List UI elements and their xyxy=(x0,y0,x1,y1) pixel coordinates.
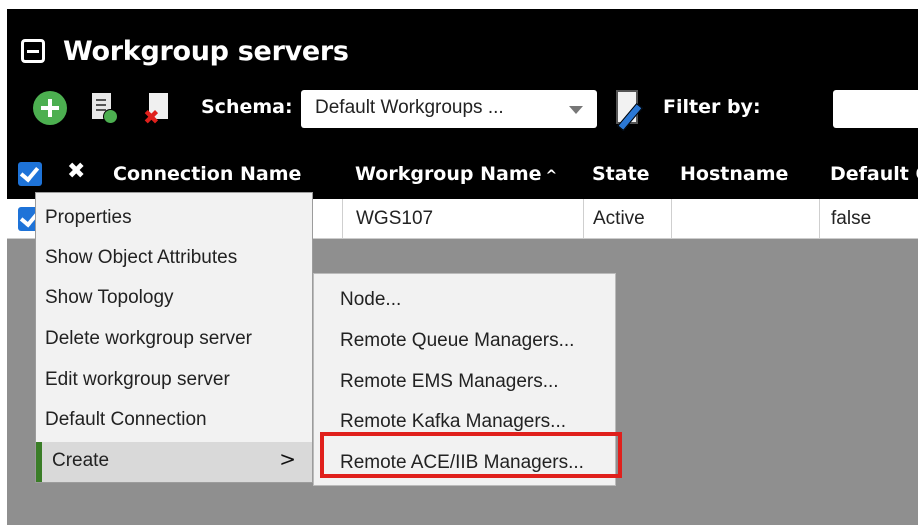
submenu-item-label: Remote Queue Managers... xyxy=(340,330,575,351)
menu-item-label: Delete workgroup server xyxy=(45,328,252,349)
menu-item-label: Default Connection xyxy=(45,409,207,430)
new-document-icon[interactable] xyxy=(92,93,118,124)
context-menu: Properties Show Object Attributes Show T… xyxy=(35,192,313,483)
cell-default-connection: false xyxy=(831,208,872,229)
schema-select[interactable]: Default Workgroups ... xyxy=(301,90,597,128)
add-badge-icon xyxy=(103,109,118,124)
column-divider xyxy=(671,199,672,238)
menu-item-label: Properties xyxy=(45,207,132,228)
schema-select-value: Default Workgroups ... xyxy=(315,97,504,118)
column-header-hostname[interactable]: Hostname xyxy=(680,163,788,185)
chevron-down-icon xyxy=(569,106,583,114)
title-row: Workgroup servers xyxy=(21,25,349,77)
annotation-highlight-box xyxy=(320,432,622,478)
menu-item-label: Show Object Attributes xyxy=(45,247,238,268)
toolbar: ✖ Schema: Default Workgroups ... Filter … xyxy=(7,87,918,132)
delete-x-icon: ✖ xyxy=(143,105,160,129)
chevron-right-icon: > xyxy=(279,447,296,471)
submenu-item-label: Remote EMS Managers... xyxy=(340,371,559,392)
menu-item-default-connection[interactable]: Default Connection xyxy=(36,401,312,441)
menu-item-label: Show Topology xyxy=(45,287,174,308)
menu-item-properties[interactable]: Properties xyxy=(36,199,312,239)
submenu-item-remote-queue-managers[interactable]: Remote Queue Managers... xyxy=(314,321,615,361)
schema-label: Schema: xyxy=(201,96,293,118)
column-header-state[interactable]: State xyxy=(592,163,650,185)
filter-edit-icon[interactable] xyxy=(616,90,643,132)
pen-icon xyxy=(617,102,643,132)
filter-label: Filter by: xyxy=(663,96,761,118)
sort-ascending-icon: ^ xyxy=(545,168,558,184)
submenu-item-label: Remote Kafka Managers... xyxy=(340,411,566,432)
menu-item-edit-workgroup-server[interactable]: Edit workgroup server xyxy=(36,361,312,401)
menu-item-label: Create xyxy=(52,450,110,471)
document-lines xyxy=(96,99,106,101)
menu-item-create[interactable]: Create > xyxy=(36,442,312,482)
submenu-item-node[interactable]: Node... xyxy=(314,280,615,320)
filter-input[interactable] xyxy=(833,90,918,128)
menu-item-delete-workgroup-server[interactable]: Delete workgroup server xyxy=(36,320,312,360)
column-header-workgroup-name-label: Workgroup Name xyxy=(355,163,542,185)
add-icon[interactable] xyxy=(33,91,67,125)
column-header-workgroup-name[interactable]: Workgroup Name ^ xyxy=(355,163,557,185)
menu-item-show-topology[interactable]: Show Topology xyxy=(36,279,312,319)
menu-item-label: Edit workgroup server xyxy=(45,369,230,390)
column-divider xyxy=(819,199,820,238)
menu-item-show-object-attributes[interactable]: Show Object Attributes xyxy=(36,239,312,279)
submenu-item-remote-ems-managers[interactable]: Remote EMS Managers... xyxy=(314,362,615,402)
panel-title: Workgroup servers xyxy=(63,35,349,67)
column-header-connection-name[interactable]: Connection Name xyxy=(113,163,301,185)
submenu-item-label: Node... xyxy=(340,289,402,310)
column-divider xyxy=(342,199,343,238)
panel-header: Workgroup servers ✖ Schema: Default Work… xyxy=(7,9,918,149)
delete-document-icon[interactable]: ✖ xyxy=(143,89,168,127)
clear-selection-icon[interactable]: ✖ xyxy=(67,159,85,184)
column-divider xyxy=(583,199,584,238)
collapse-icon[interactable] xyxy=(21,39,45,63)
select-all-checkbox[interactable] xyxy=(18,162,42,186)
cell-state: Active xyxy=(593,208,645,229)
cell-workgroup-name: WGS107 xyxy=(356,208,434,229)
column-header-default-connection[interactable]: Default C xyxy=(830,163,918,185)
